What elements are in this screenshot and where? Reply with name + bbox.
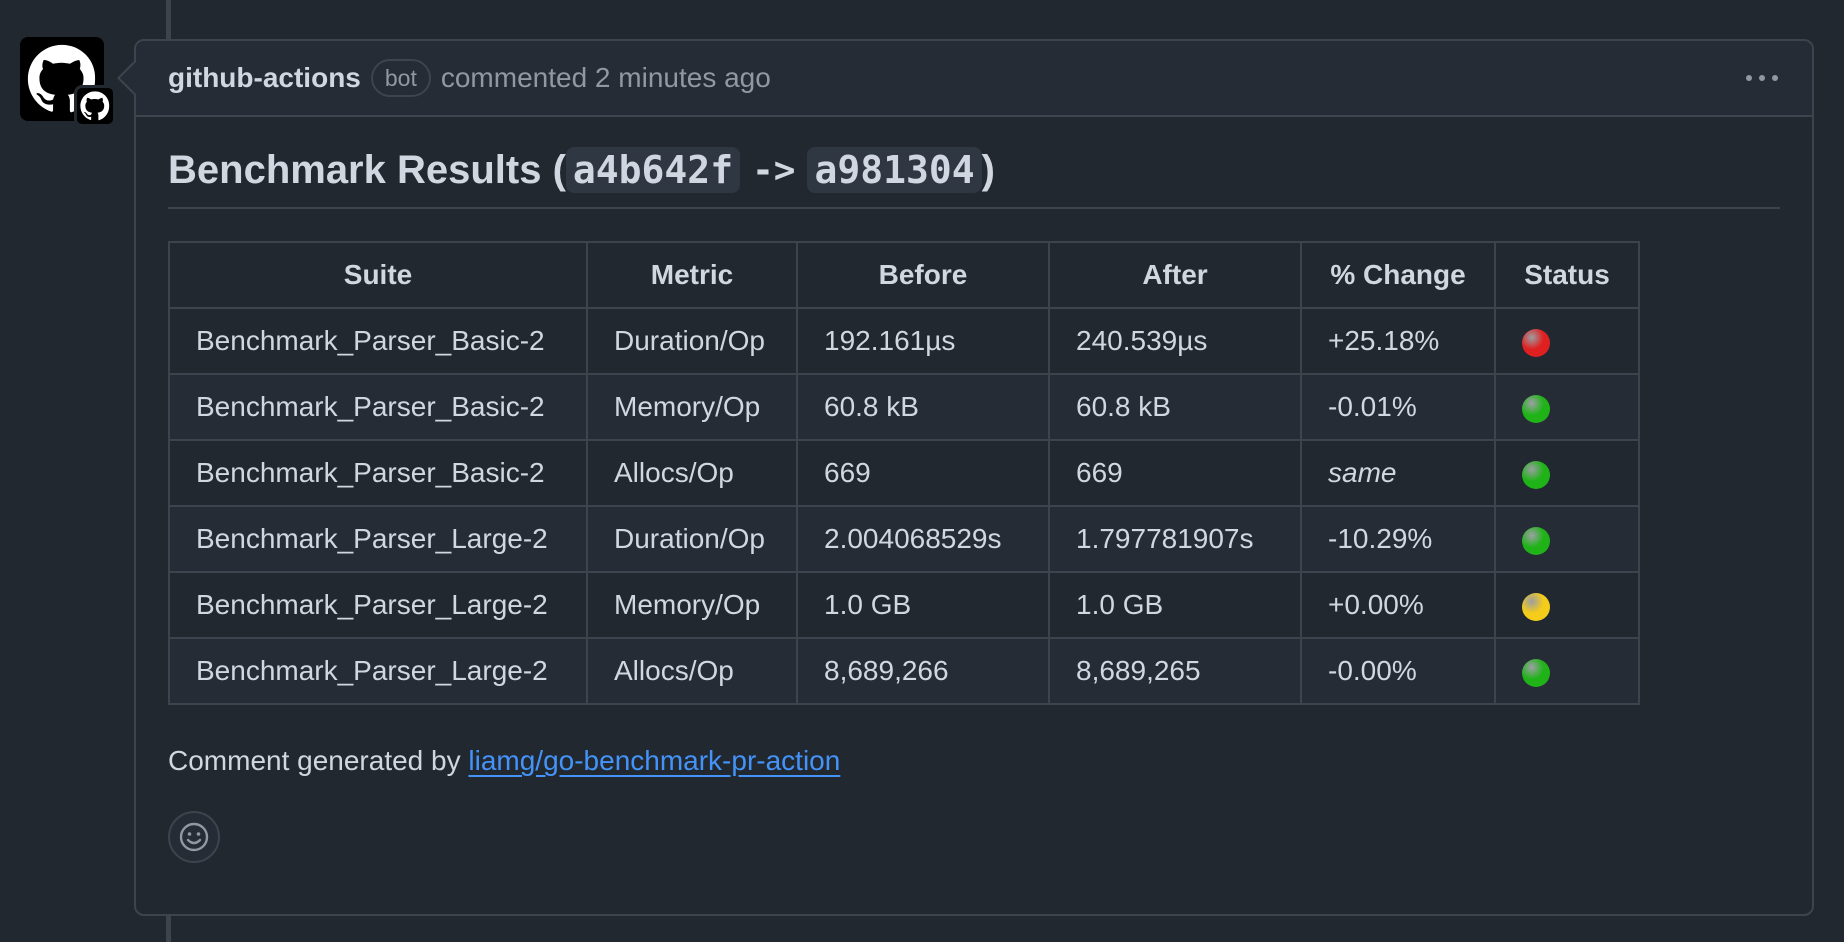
table-row: Benchmark_Parser_Basic-2 Duration/Op 192… <box>168 307 1640 375</box>
table-row: Benchmark_Parser_Large-2 Memory/Op 1.0 G… <box>168 571 1640 639</box>
cell-suite: Benchmark_Parser_Large-2 <box>168 571 588 639</box>
author-name[interactable]: github-actions <box>168 62 361 94</box>
table-row: Benchmark_Parser_Large-2 Duration/Op 2.0… <box>168 505 1640 573</box>
commit-after-code: a981304 <box>807 147 982 193</box>
comment-options-button[interactable] <box>1742 63 1782 93</box>
cell-after: 669 <box>1048 439 1302 507</box>
header-status: Status <box>1494 241 1640 309</box>
add-reaction-button[interactable] <box>168 811 220 863</box>
smiley-icon <box>179 822 209 852</box>
cell-status <box>1494 439 1640 507</box>
cell-metric: Allocs/Op <box>586 439 798 507</box>
comment-timestamp[interactable]: commented 2 minutes ago <box>441 62 771 94</box>
green-circle-icon <box>1522 526 1550 555</box>
cell-after: 240.539µs <box>1048 307 1302 375</box>
table-row: Benchmark_Parser_Large-2 Allocs/Op 8,689… <box>168 637 1640 705</box>
comment-box: github-actions bot commented 2 minutes a… <box>134 39 1814 916</box>
cell-change: same <box>1300 439 1496 507</box>
title-prefix: Benchmark Results ( <box>168 147 566 192</box>
cell-before: 192.161µs <box>796 307 1050 375</box>
table-header-row: Suite Metric Before After % Change Statu… <box>168 241 1640 309</box>
yellow-circle-icon <box>1522 592 1550 621</box>
cell-after: 1.0 GB <box>1048 571 1302 639</box>
cell-change: -0.01% <box>1300 373 1496 441</box>
cell-metric: Duration/Op <box>586 505 798 573</box>
cell-suite: Benchmark_Parser_Basic-2 <box>168 439 588 507</box>
comment-header: github-actions bot commented 2 minutes a… <box>136 41 1812 117</box>
comment-body: Benchmark Results ( a4b642f -> a981304 )… <box>136 147 1812 863</box>
header-before: Before <box>796 241 1050 309</box>
red-circle-icon <box>1522 328 1550 357</box>
cell-suite: Benchmark_Parser_Basic-2 <box>168 373 588 441</box>
cell-suite: Benchmark_Parser_Large-2 <box>168 637 588 705</box>
cell-before: 1.0 GB <box>796 571 1050 639</box>
cell-after: 8,689,265 <box>1048 637 1302 705</box>
header-suite: Suite <box>168 241 588 309</box>
header-metric: Metric <box>586 241 798 309</box>
header-change: % Change <box>1300 241 1496 309</box>
cell-change: +25.18% <box>1300 307 1496 375</box>
cell-before: 669 <box>796 439 1050 507</box>
benchmark-title: Benchmark Results ( a4b642f -> a981304 ) <box>168 147 1780 209</box>
bot-badge: bot <box>370 59 431 97</box>
cell-metric: Memory/Op <box>586 373 798 441</box>
title-arrow: -> <box>752 149 796 191</box>
cell-change: -0.00% <box>1300 637 1496 705</box>
cell-after: 60.8 kB <box>1048 373 1302 441</box>
table-row: Benchmark_Parser_Basic-2 Memory/Op 60.8 … <box>168 373 1640 441</box>
green-circle-icon <box>1522 460 1550 489</box>
header-after: After <box>1048 241 1302 309</box>
green-circle-icon <box>1522 394 1550 423</box>
title-suffix: ) <box>981 147 995 192</box>
benchmark-table: Suite Metric Before After % Change Statu… <box>168 241 1640 705</box>
cell-metric: Memory/Op <box>586 571 798 639</box>
cell-metric: Duration/Op <box>586 307 798 375</box>
cell-after: 1.797781907s <box>1048 505 1302 573</box>
cell-suite: Benchmark_Parser_Large-2 <box>168 505 588 573</box>
author-avatar[interactable] <box>20 37 116 127</box>
cell-status <box>1494 505 1640 573</box>
action-repo-link[interactable]: liamg/go-benchmark-pr-action <box>468 745 840 776</box>
kebab-horizontal-icon <box>1746 75 1778 81</box>
cell-before: 8,689,266 <box>796 637 1050 705</box>
commit-before-code: a4b642f <box>565 147 741 193</box>
cell-metric: Allocs/Op <box>586 637 798 705</box>
cell-status <box>1494 637 1640 705</box>
footer-prefix: Comment generated by <box>168 745 469 776</box>
cell-before: 60.8 kB <box>796 373 1050 441</box>
cell-status <box>1494 373 1640 441</box>
github-app-badge-icon <box>74 85 116 127</box>
cell-suite: Benchmark_Parser_Basic-2 <box>168 307 588 375</box>
cell-before: 2.004068529s <box>796 505 1050 573</box>
green-circle-icon <box>1522 658 1550 687</box>
generated-by-text: Comment generated by liamg/go-benchmark-… <box>168 745 1780 777</box>
table-row: Benchmark_Parser_Basic-2 Allocs/Op 669 6… <box>168 439 1640 507</box>
cell-status <box>1494 571 1640 639</box>
cell-status <box>1494 307 1640 375</box>
cell-change: -10.29% <box>1300 505 1496 573</box>
cell-change: +0.00% <box>1300 571 1496 639</box>
